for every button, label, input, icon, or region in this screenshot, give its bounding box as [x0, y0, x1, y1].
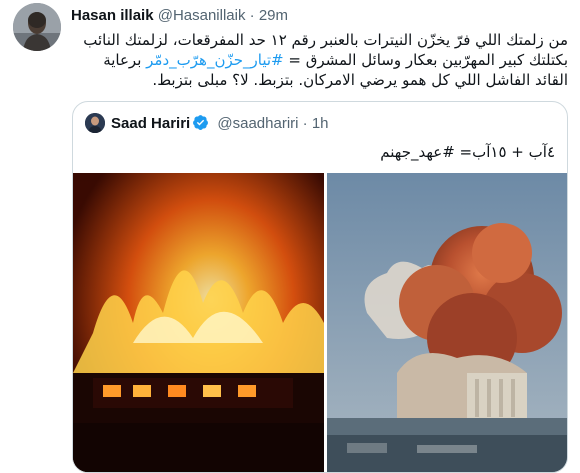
tweet[interactable]: Hasan illaik @Hasanillaik · 29m من زلمتك…: [0, 0, 580, 473]
separator-dot: ·: [249, 7, 255, 24]
author-name[interactable]: Hasan illaik: [71, 7, 154, 24]
tweet-time[interactable]: 29m: [259, 7, 288, 24]
port-explosion-photo[interactable]: [327, 173, 567, 472]
quoted-author-name[interactable]: Saad Hariri: [111, 115, 190, 132]
tweet-header: Hasan illaik @Hasanillaik · 29m: [71, 7, 288, 25]
verified-badge-icon: [192, 114, 209, 136]
quoted-text: ٤آب + ١٥آب= #عهد_جهنم: [380, 143, 555, 161]
author-avatar[interactable]: [13, 3, 61, 51]
author-handle[interactable]: @Hasanillaik: [158, 7, 246, 24]
quoted-separator-dot: ·: [302, 115, 308, 132]
quoted-tweet[interactable]: Saad Hariri @saadhariri · 1h ٤آب + ١٥آب=…: [72, 101, 568, 473]
hashtag-link[interactable]: #تيار_حزّن_هرّب_دمّر: [146, 51, 283, 69]
quoted-author-handle[interactable]: @saadhariri: [217, 115, 298, 132]
building-fire-photo[interactable]: [73, 173, 324, 472]
quoted-time[interactable]: 1h: [312, 115, 329, 132]
quoted-author-avatar[interactable]: [85, 113, 105, 133]
tweet-text: من زلمتك اللي فرّ يخزّن النيترات بالعنبر…: [72, 30, 568, 90]
media-grid: [73, 173, 567, 472]
quoted-header: Saad Hariri @saadhariri · 1h: [111, 114, 329, 136]
